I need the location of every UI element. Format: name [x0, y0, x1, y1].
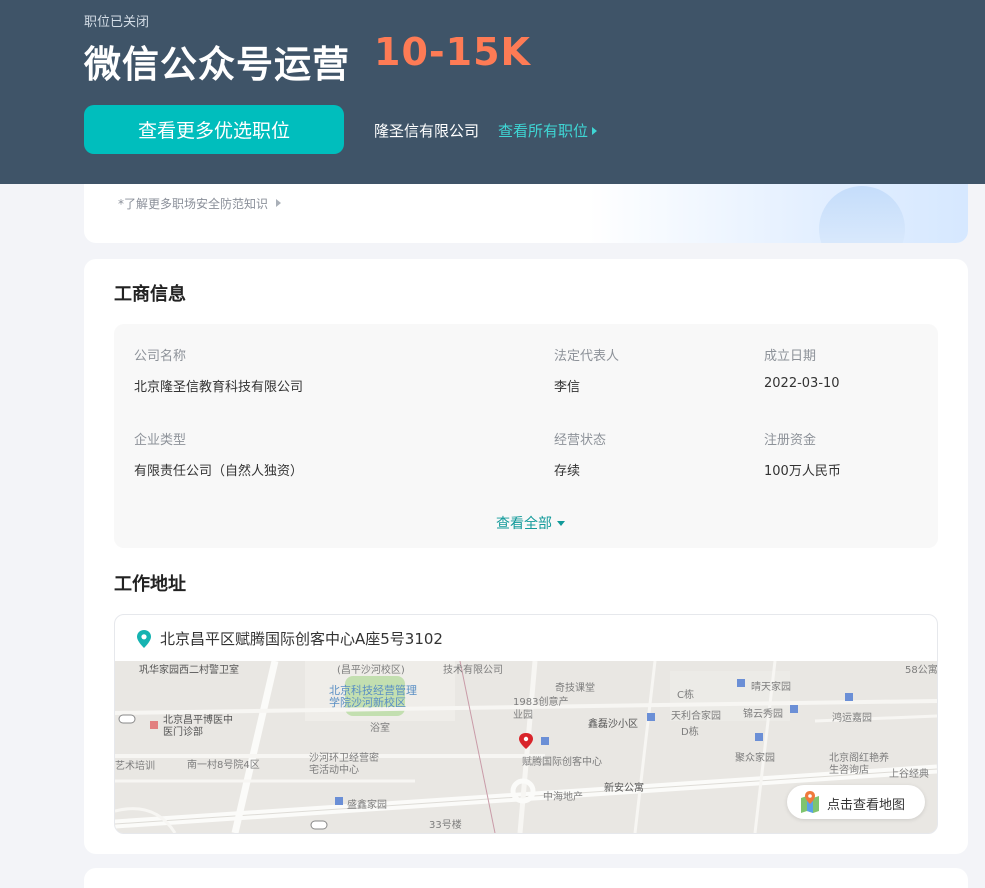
- map-label: 技术有限公司: [443, 665, 503, 676]
- location-map[interactable]: 巩华家园西二村警卫室 北京昌平博医中医门诊部 艺术培训 南一村8号院4区 北京科…: [115, 661, 937, 833]
- job-status: 职位已关闭: [84, 15, 150, 30]
- job-header: 职位已关闭 微信公众号运营 10-15K 查看更多优选职位 隆圣信有限公司 查看…: [0, 0, 985, 184]
- field-value: 有限责任公司（自然人独资）: [134, 464, 304, 479]
- map-label: 鑫磊沙小区: [588, 719, 638, 730]
- safety-tip-link[interactable]: *了解更多职场安全防范知识: [118, 195, 282, 212]
- map-label: 锦云秀园: [743, 709, 783, 720]
- map-label: 艺术培训: [115, 761, 155, 772]
- map-label: 北京科技经营管理学院沙河新校区: [329, 684, 417, 709]
- field-label: 公司名称: [134, 349, 187, 364]
- work-address-box: 北京昌平区赋腾国际创客中心A座5号3102 巩华家园西二村警卫室 北京昌平博医中…: [114, 614, 938, 834]
- safety-tip-label[interactable]: *了解更多职场安全防范知识: [118, 197, 268, 211]
- view-all-button[interactable]: 查看全部: [496, 513, 565, 533]
- map-label: 盛鑫家园: [347, 800, 387, 811]
- location-pin-icon: [136, 630, 152, 652]
- map-label: 巩华家园西二村警卫室: [139, 665, 239, 676]
- company-info-card: 工商信息 公司名称 北京隆圣信教育科技有限公司 法定代表人 李信 成立日期 20…: [84, 259, 968, 854]
- map-label: 北京昌平博医中医门诊部: [163, 715, 233, 738]
- chevron-right-icon: [276, 199, 282, 207]
- all-jobs-label[interactable]: 查看所有职位: [498, 122, 588, 140]
- company-name[interactable]: 隆圣信有限公司: [374, 120, 479, 141]
- more-jobs-button[interactable]: 查看更多优选职位: [84, 105, 344, 154]
- map-label: C栋: [677, 690, 694, 701]
- job-title: 微信公众号运营: [84, 43, 350, 86]
- map-label: 晴天家园: [751, 682, 791, 693]
- map-label: 北京阁红艳养生咨询店: [829, 753, 889, 776]
- view-map-button[interactable]: 点击查看地图: [787, 785, 925, 819]
- field-value: 100万人民币: [764, 464, 841, 479]
- map-label: D栋: [681, 727, 699, 738]
- next-card: [84, 868, 968, 888]
- map-label: (昌平沙河校区): [337, 665, 405, 676]
- map-label: 浴室: [370, 723, 390, 734]
- view-map-label[interactable]: 点击查看地图: [827, 794, 905, 813]
- work-address-title: 工作地址: [114, 574, 186, 595]
- chevron-down-icon: [557, 521, 565, 526]
- field-value: 2022-03-10: [764, 376, 840, 391]
- map-label: 鸿运嘉园: [832, 713, 872, 724]
- map-label: 1983创意产业园: [513, 697, 569, 721]
- field-value: 李信: [554, 380, 581, 395]
- map-label: 58公寓: [905, 665, 937, 676]
- map-label: 中海地产: [543, 792, 583, 803]
- chevron-right-icon: [592, 127, 598, 135]
- field-value: 北京隆圣信教育科技有限公司: [134, 380, 304, 395]
- field-value: 存续: [554, 464, 581, 479]
- address-text: 北京昌平区赋腾国际创客中心A座5号3102: [160, 630, 443, 648]
- field-label: 法定代表人: [554, 349, 620, 364]
- map-label: 南一村8号院4区: [187, 760, 260, 771]
- map-label: 奇技课堂: [555, 683, 595, 694]
- map-label: 沙河环卫经营密宅活动中心: [309, 753, 379, 776]
- map-label: 上谷经典: [889, 769, 929, 780]
- business-info-box: 公司名称 北京隆圣信教育科技有限公司 法定代表人 李信 成立日期 2022-03…: [114, 324, 938, 548]
- business-info-title: 工商信息: [114, 284, 186, 305]
- map-label: 33号楼: [429, 820, 462, 831]
- map-label: 赋腾国际创客中心: [522, 757, 602, 768]
- view-all-label[interactable]: 查看全部: [496, 516, 552, 532]
- field-label: 经营状态: [554, 433, 607, 448]
- all-jobs-link[interactable]: 查看所有职位: [498, 120, 598, 141]
- address-row: 北京昌平区赋腾国际创客中心A座5号3102: [115, 615, 937, 661]
- map-label: 天利合家园: [671, 711, 721, 722]
- map-label: 新安公寓: [604, 783, 644, 794]
- map-label: 聚众家园: [735, 753, 775, 764]
- field-label: 注册资金: [764, 433, 817, 448]
- field-label: 企业类型: [134, 433, 187, 448]
- job-salary: 10-15K: [374, 30, 531, 74]
- field-label: 成立日期: [764, 349, 817, 364]
